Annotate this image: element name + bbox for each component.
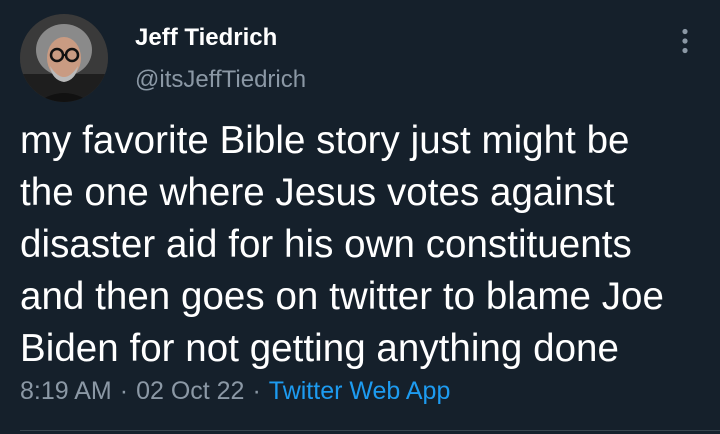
profile-photo-icon [20,14,108,102]
tweet-date[interactable]: 02 Oct 22 [136,377,244,405]
tweet-card: Jeff Tiedrich @itsJeffTiedrich my favori… [0,0,720,434]
display-name[interactable]: Jeff Tiedrich [135,24,277,52]
meta-separator: · [119,377,129,405]
divider [20,430,720,431]
tweet-metadata: 8:19 AM · 02 Oct 22 · Twitter Web App [20,377,450,406]
tweet-source-link[interactable]: Twitter Web App [269,377,451,405]
user-handle[interactable]: @itsJeffTiedrich [135,66,306,94]
avatar[interactable] [20,14,108,102]
tweet-text: my favorite Bible story just might be th… [20,119,664,370]
tweet-time[interactable]: 8:19 AM [20,377,112,405]
meta-separator: · [252,377,261,405]
more-options-button[interactable] [668,24,702,58]
more-vertical-icon [682,28,688,54]
